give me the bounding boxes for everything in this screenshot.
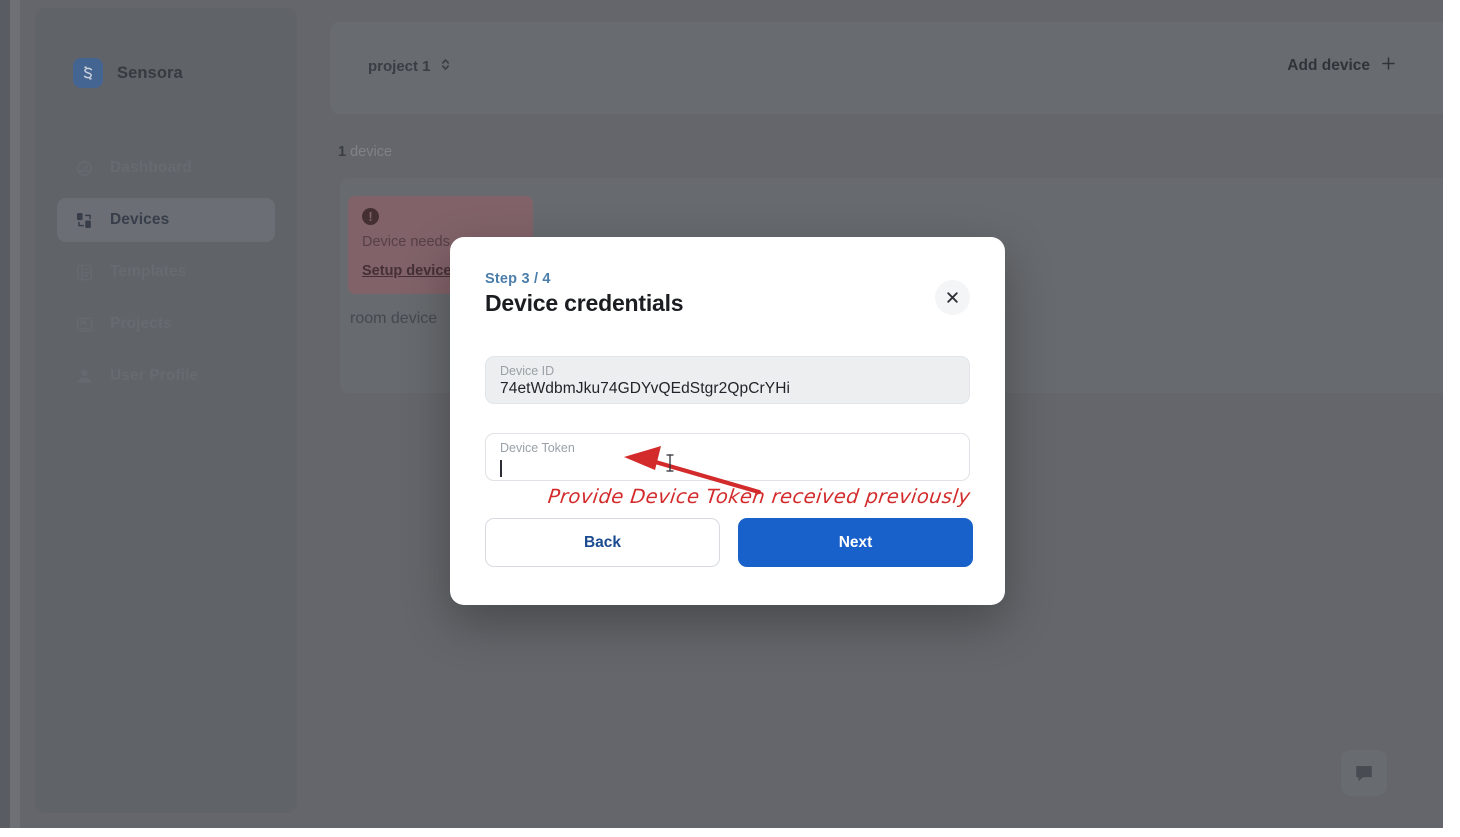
back-button[interactable]: Back [485, 518, 720, 567]
close-icon[interactable] [935, 280, 970, 315]
text-caret [500, 460, 502, 478]
screenshot-viewport: Sensora Dashboard Devices Templates Proj… [0, 0, 1460, 837]
device-token-input[interactable] [500, 457, 955, 482]
device-id-field[interactable]: Device ID 74etWdbmJku74GDYvQEdStgr2QpCrY… [485, 356, 970, 404]
device-token-label: Device Token [500, 441, 575, 455]
device-credentials-modal: Step 3 / 4 Device credentials Device ID … [450, 237, 1005, 605]
modal-step-indicator: Step 3 / 4 [485, 271, 551, 287]
page-bottom-gutter [0, 828, 1460, 837]
device-token-field[interactable]: Device Token [485, 433, 970, 481]
device-id-label: Device ID [500, 364, 555, 378]
page-scrollbar-gutter[interactable] [1443, 0, 1460, 828]
modal-title: Device credentials [485, 290, 684, 316]
device-id-value: 74etWdbmJku74GDYvQEdStgr2QpCrYHi [500, 380, 791, 398]
next-button[interactable]: Next [738, 518, 973, 567]
page-left-gutter [0, 0, 10, 828]
